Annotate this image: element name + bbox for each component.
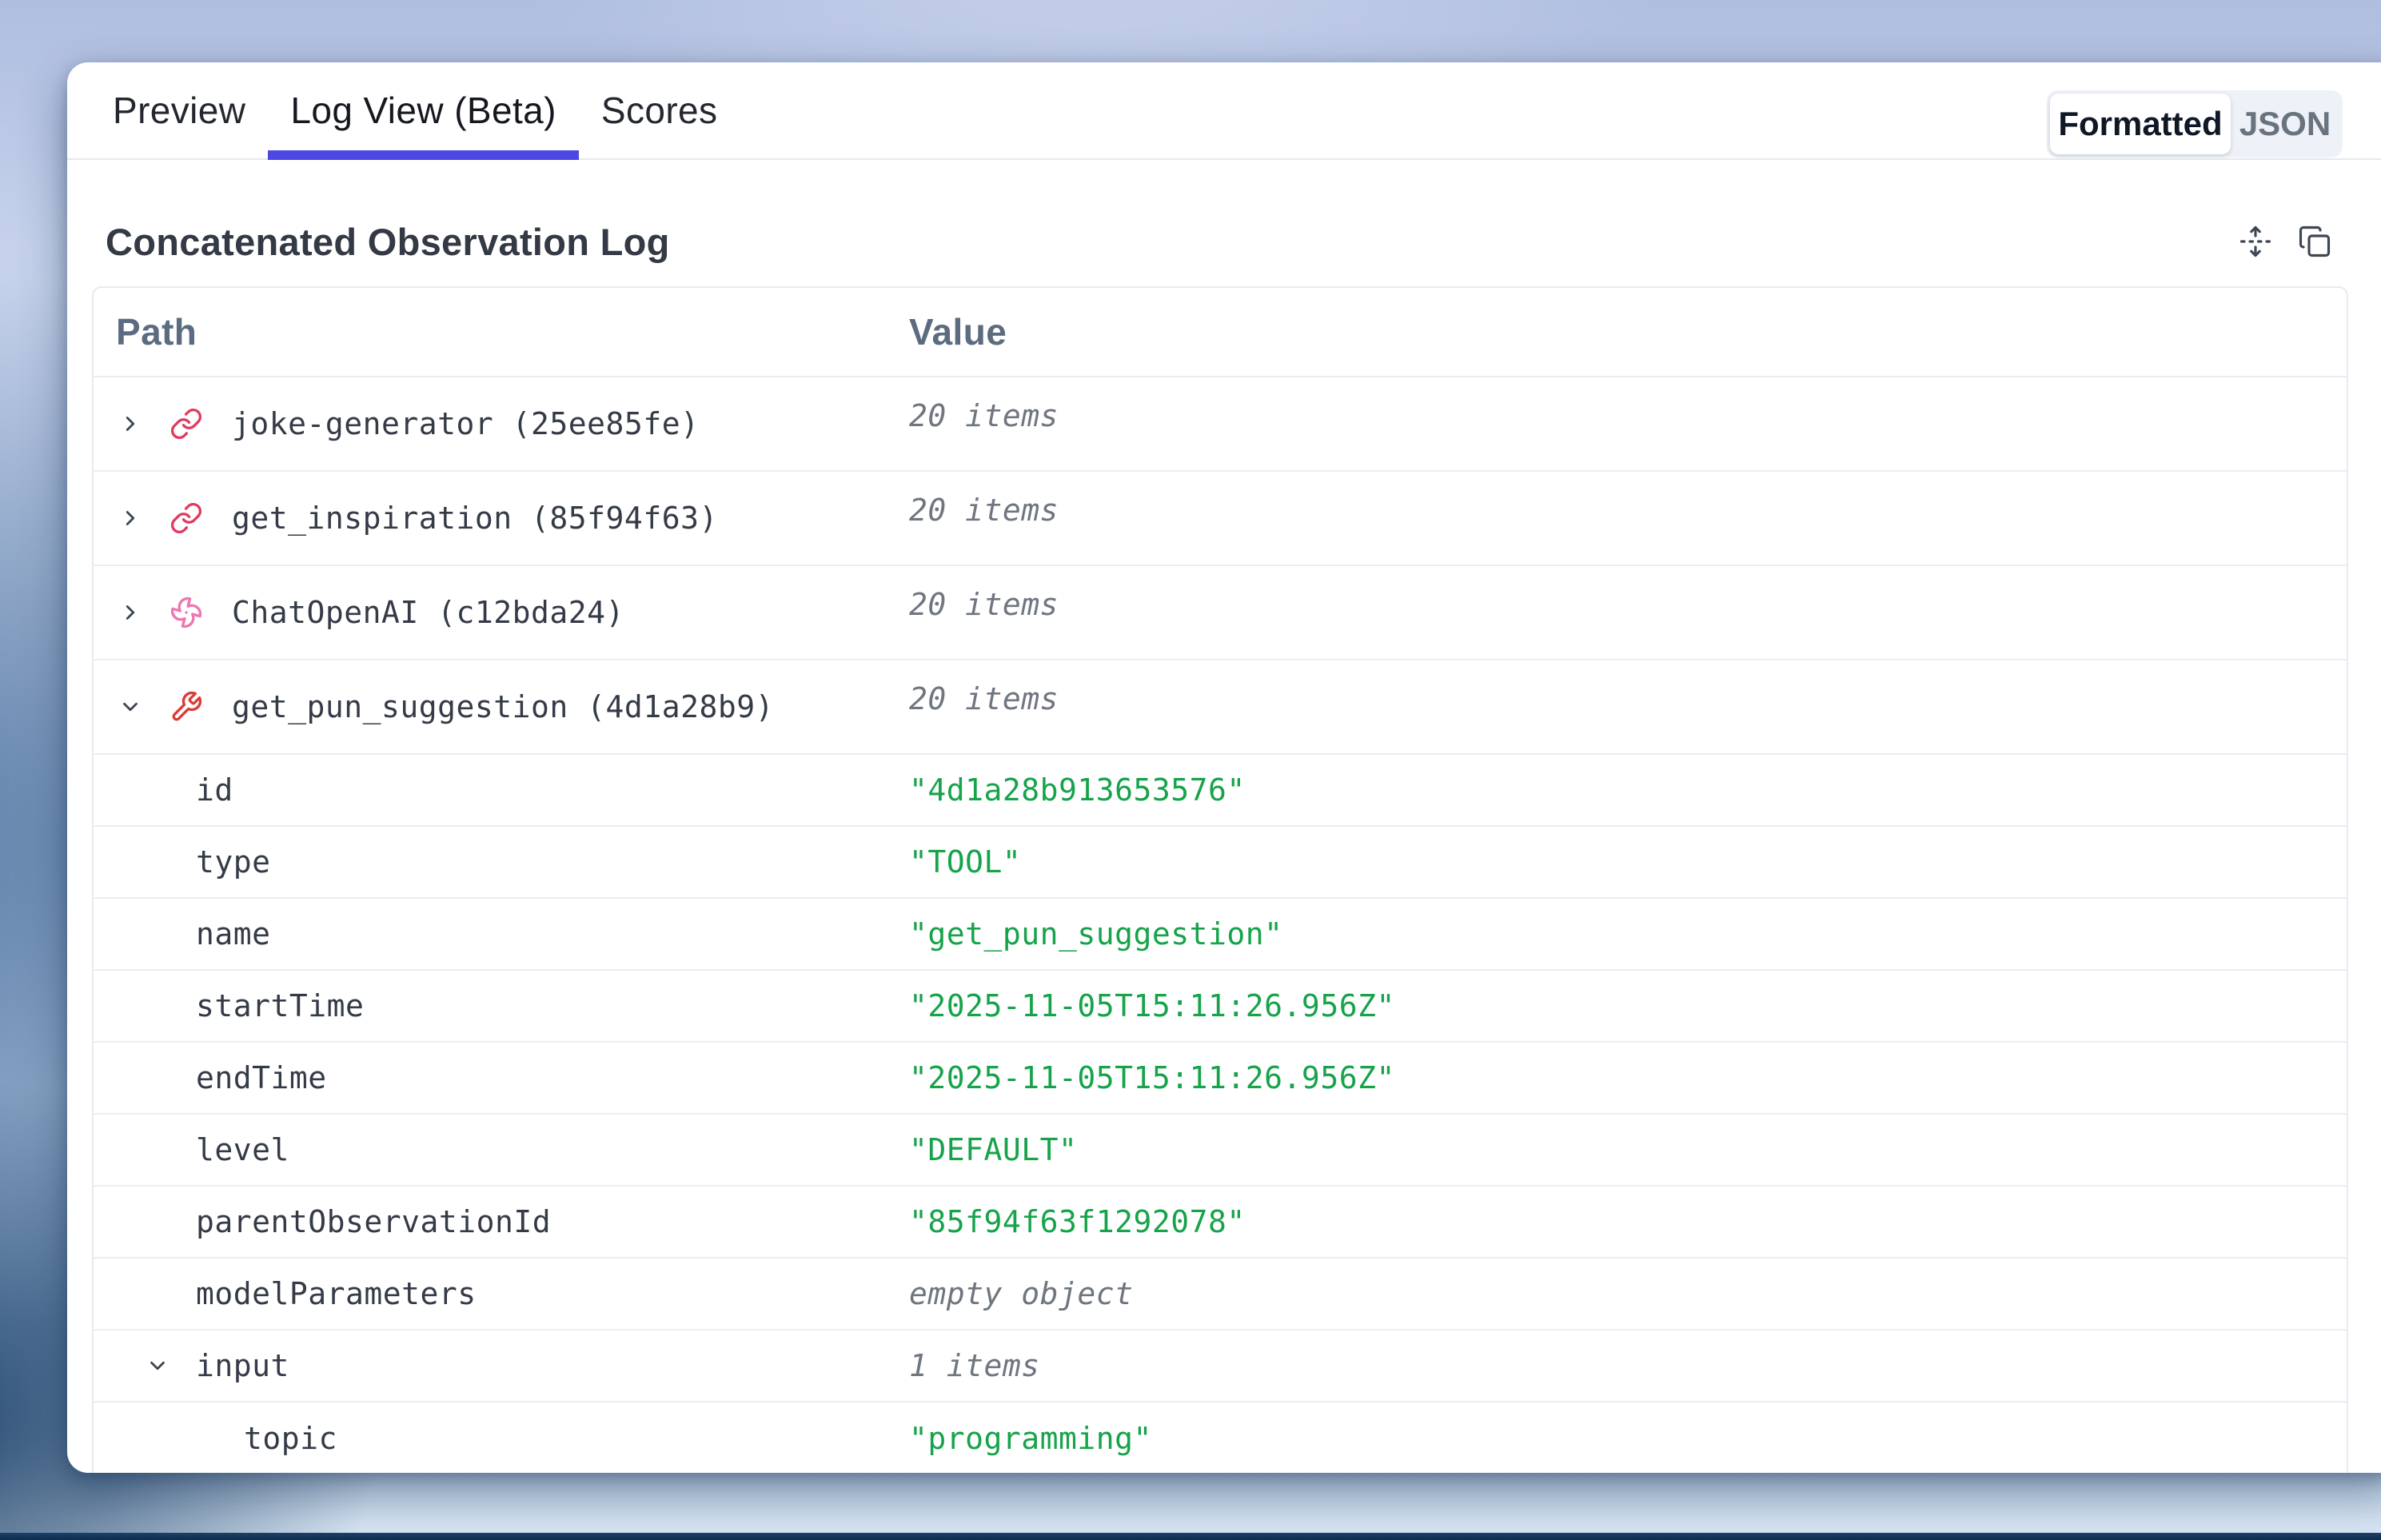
value-cell: 20 items xyxy=(909,566,2347,659)
row-label: level xyxy=(196,1132,289,1167)
table-row: topic "programming" xyxy=(94,1402,2347,1473)
row-label: startTime xyxy=(196,988,364,1023)
table-header-row: Path Value xyxy=(94,288,2347,377)
value-cell: "get_pun_suggestion" xyxy=(909,899,2347,969)
observation-log-panel: Preview Log View (Beta) Scores Formatted… xyxy=(67,62,2381,1473)
page-title: Concatenated Observation Log xyxy=(106,220,670,264)
table-row[interactable]: joke-generator (25ee85fe) 20 items xyxy=(94,377,2347,472)
value-cell: "2025-11-05T15:11:26.956Z" xyxy=(909,1043,2347,1113)
toggle-option-formatted[interactable]: Formatted xyxy=(2050,94,2231,154)
chevron-right-icon[interactable] xyxy=(118,600,142,624)
path-cell: get_inspiration (85f94f63) xyxy=(94,472,909,565)
path-cell: level xyxy=(94,1115,909,1185)
table-row[interactable]: get_pun_suggestion (4d1a28b9) 20 items xyxy=(94,660,2347,755)
row-label: joke-generator (25ee85fe) xyxy=(232,406,699,441)
link-icon xyxy=(170,501,203,535)
row-label: type xyxy=(196,844,271,880)
table-row: modelParameters empty object xyxy=(94,1259,2347,1331)
desktop-bottom-strip xyxy=(0,1533,2381,1540)
unfold-vertical-icon[interactable] xyxy=(2238,224,2273,259)
table-row[interactable]: input 1 items xyxy=(94,1331,2347,1402)
chevron-down-icon[interactable] xyxy=(146,1354,170,1378)
path-cell: id xyxy=(94,755,909,825)
row-value: "get_pun_suggestion" xyxy=(909,916,1283,952)
path-cell: type xyxy=(94,827,909,897)
value-cell: 20 items xyxy=(909,377,2347,470)
row-value: "programming" xyxy=(909,1421,1152,1456)
row-value: 20 items xyxy=(909,681,1059,716)
row-label: get_pun_suggestion (4d1a28b9) xyxy=(232,689,774,724)
tab-log-view[interactable]: Log View (Beta) xyxy=(268,62,578,158)
row-value: "4d1a28b913653576" xyxy=(909,772,1246,808)
row-value: "2025-11-05T15:11:26.956Z" xyxy=(909,1060,1395,1095)
value-cell: "DEFAULT" xyxy=(909,1115,2347,1185)
tab-bar: Preview Log View (Beta) Scores xyxy=(67,62,2381,160)
row-label: modelParameters xyxy=(196,1276,477,1311)
path-cell: startTime xyxy=(94,971,909,1041)
path-cell: topic xyxy=(94,1402,909,1473)
fan-icon xyxy=(170,596,203,629)
link-icon xyxy=(170,407,203,441)
value-cell: 20 items xyxy=(909,472,2347,565)
copy-icon[interactable] xyxy=(2297,224,2332,259)
path-cell: input xyxy=(94,1331,909,1401)
row-value: 1 items xyxy=(909,1348,1040,1383)
row-label: name xyxy=(196,916,271,952)
value-cell: 1 items xyxy=(909,1331,2347,1401)
value-cell: "4d1a28b913653576" xyxy=(909,755,2347,825)
row-value: "85f94f63f1292078" xyxy=(909,1204,1246,1239)
column-header-path: Path xyxy=(94,310,909,353)
table-row: type "TOOL" xyxy=(94,827,2347,899)
desktop-background: Preview Log View (Beta) Scores Formatted… xyxy=(0,0,2381,1540)
path-cell: parentObservationId xyxy=(94,1187,909,1257)
table-body: joke-generator (25ee85fe)20 itemsget_ins… xyxy=(94,377,2347,1473)
table-row: endTime "2025-11-05T15:11:26.956Z" xyxy=(94,1043,2347,1115)
format-toggle: Formatted JSON xyxy=(2047,90,2343,158)
row-label: parentObservationId xyxy=(196,1204,551,1239)
table-row: startTime "2025-11-05T15:11:26.956Z" xyxy=(94,971,2347,1043)
chevron-right-icon[interactable] xyxy=(118,506,142,530)
path-cell: get_pun_suggestion (4d1a28b9) xyxy=(94,660,909,753)
row-value: "DEFAULT" xyxy=(909,1132,1077,1167)
row-value: 20 items xyxy=(909,493,1059,528)
value-cell: 20 items xyxy=(909,660,2347,753)
row-value: 20 items xyxy=(909,398,1059,433)
chevron-right-icon[interactable] xyxy=(118,412,142,436)
path-cell: ChatOpenAI (c12bda24) xyxy=(94,566,909,659)
tab-scores[interactable]: Scores xyxy=(579,62,740,158)
chevron-down-icon[interactable] xyxy=(118,695,142,719)
tab-preview[interactable]: Preview xyxy=(90,62,268,158)
wrench-icon xyxy=(170,690,203,724)
row-label: input xyxy=(196,1348,289,1383)
table-row[interactable]: get_inspiration (85f94f63) 20 items xyxy=(94,472,2347,566)
table-row: level "DEFAULT" xyxy=(94,1115,2347,1187)
column-header-value: Value xyxy=(909,310,1007,353)
table-row: name "get_pun_suggestion" xyxy=(94,899,2347,971)
value-cell: "programming" xyxy=(909,1402,2347,1473)
table-row: id "4d1a28b913653576" xyxy=(94,755,2347,827)
row-value: 20 items xyxy=(909,587,1059,622)
row-label: get_inspiration (85f94f63) xyxy=(232,501,718,536)
path-cell: modelParameters xyxy=(94,1259,909,1329)
path-cell: endTime xyxy=(94,1043,909,1113)
row-label: ChatOpenAI (c12bda24) xyxy=(232,595,624,630)
row-label: id xyxy=(196,772,233,808)
row-label: topic xyxy=(244,1421,337,1456)
row-label: endTime xyxy=(196,1060,327,1095)
toggle-option-json[interactable]: JSON xyxy=(2231,94,2339,154)
row-value: "2025-11-05T15:11:26.956Z" xyxy=(909,988,1395,1023)
path-cell: joke-generator (25ee85fe) xyxy=(94,377,909,470)
value-cell: "TOOL" xyxy=(909,827,2347,897)
table-row: parentObservationId "85f94f63f1292078" xyxy=(94,1187,2347,1259)
value-cell: empty object xyxy=(909,1259,2347,1329)
value-cell: "2025-11-05T15:11:26.956Z" xyxy=(909,971,2347,1041)
section-toolbar xyxy=(2238,224,2332,259)
section-header: Concatenated Observation Log xyxy=(106,197,2332,286)
observation-log-table: Path Value joke-generator (25ee85fe) 20 i… xyxy=(92,286,2348,1473)
path-cell: name xyxy=(94,899,909,969)
row-value: "TOOL" xyxy=(909,844,1021,880)
value-cell: "85f94f63f1292078" xyxy=(909,1187,2347,1257)
table-row[interactable]: ChatOpenAI (c12bda24) 20 items xyxy=(94,566,2347,660)
row-value: empty object xyxy=(909,1276,1134,1311)
